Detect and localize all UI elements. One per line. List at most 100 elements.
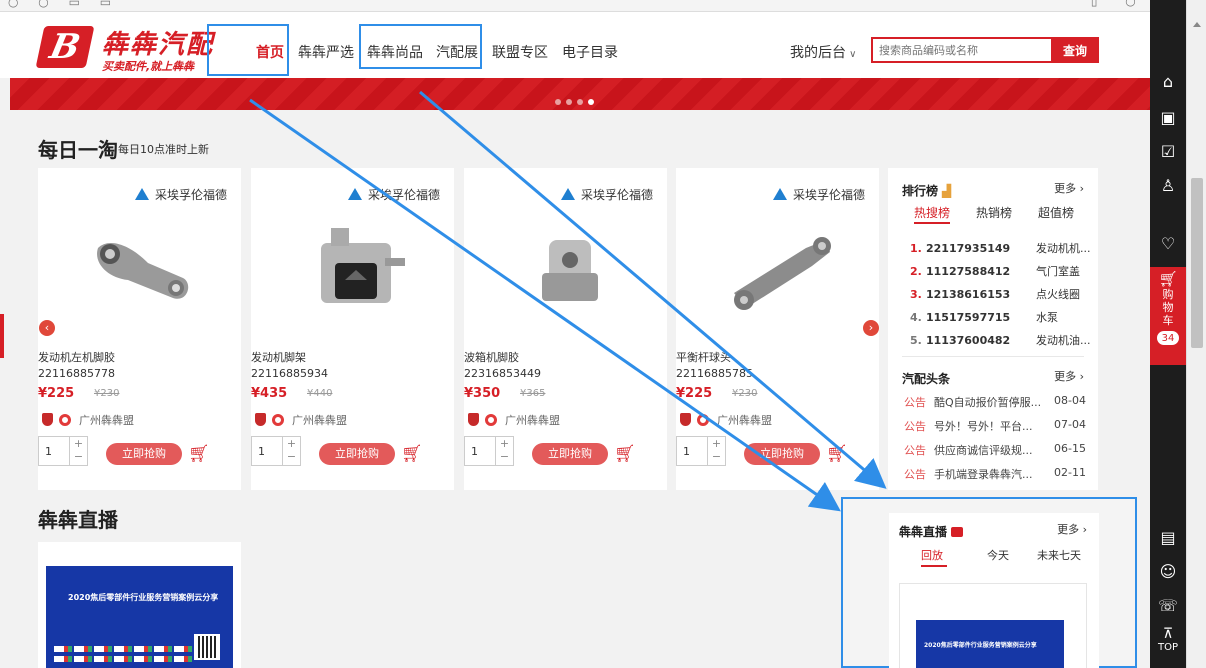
browser-toolbar: ○ ○ ▭ ▭ ▯ ○ ●	[0, 0, 1206, 12]
bag-icon[interactable]: ⌂	[1150, 72, 1186, 91]
buy-now-button[interactable]: 立即抢购	[106, 443, 182, 465]
plus-minus-icon[interactable]: + −	[69, 437, 87, 465]
news-item[interactable]: 公告 手机端登录犇犇汽... 02-11	[904, 466, 1086, 482]
wallet-icon[interactable]: ▤	[1150, 528, 1186, 547]
brand-logo-icon	[772, 188, 787, 200]
calendar-check-icon[interactable]: ☑	[1150, 142, 1186, 161]
scroll-up-icon[interactable]	[1193, 22, 1201, 27]
service-icon	[697, 414, 709, 426]
cart-icon: 🛒︎	[1158, 270, 1178, 288]
nav-e-catalog[interactable]: 电子目录	[562, 42, 618, 62]
carousel-prev-button[interactable]: ‹	[39, 320, 55, 336]
my-backend-menu[interactable]: 我的后台 ∨	[790, 42, 857, 62]
cart-icon[interactable]: 🛒︎	[188, 444, 210, 464]
brand-label: 采埃孚伦福德	[347, 186, 440, 203]
thumbs-up-icon[interactable]: ♙	[1150, 176, 1186, 195]
ranking-more-link[interactable]: 更多 ›	[1054, 180, 1084, 196]
live-video-thumbnail[interactable]: 2020焦后零部件行业服务营销案例云分享	[916, 620, 1064, 668]
scrollbar-thumb[interactable]	[1191, 178, 1203, 348]
store-name[interactable]: 广州犇犇盟	[505, 414, 560, 427]
live-video-card[interactable]: 2020焦后零部件行业服务营销案例云分享	[899, 583, 1087, 668]
mascot-icon[interactable]: ☺	[1150, 562, 1186, 581]
store-name[interactable]: 广州犇犇盟	[292, 414, 347, 427]
live-video-thumbnail[interactable]: 2020焦后零部件行业服务营销案例云分享	[46, 566, 233, 668]
shopping-cart-button[interactable]: 🛒︎ 购物车 34	[1150, 267, 1186, 365]
product-name[interactable]: 平衡杆球头	[676, 349, 731, 365]
browser-nav-icons[interactable]: ○ ○ ▭ ▭	[8, 0, 119, 9]
tab-best-value[interactable]: 超值榜	[1038, 204, 1074, 221]
quantity-value[interactable]: 1	[683, 445, 690, 458]
highlight-box-home	[207, 24, 289, 76]
product-card[interactable]: 采埃孚伦福德 波箱机脚胶 22316853449 ¥350 ¥365 广州犇犇盟…	[464, 168, 667, 490]
gift-icon[interactable]: ▣	[1150, 108, 1186, 127]
buy-now-button[interactable]: 立即抢购	[744, 443, 820, 465]
product-price: ¥350	[464, 386, 501, 401]
highlight-box-nav	[359, 24, 482, 69]
cart-icon[interactable]: 🛒︎	[614, 444, 636, 464]
quantity-stepper[interactable]: 1 + −	[676, 436, 726, 466]
ranking-row[interactable]: 4. 11517597715 水泵	[910, 309, 1058, 325]
vertical-scrollbar[interactable]	[1186, 0, 1206, 668]
news-item[interactable]: 公告 号外！号外！平台... 07-04	[904, 418, 1086, 434]
nav-alliance-zone[interactable]: 联盟专区	[492, 42, 548, 62]
product-image[interactable]	[301, 218, 411, 328]
buy-now-button[interactable]: 立即抢购	[532, 443, 608, 465]
product-image[interactable]	[88, 218, 198, 328]
search-button[interactable]: 查询	[1051, 37, 1099, 63]
heart-icon[interactable]: ♡	[1150, 234, 1186, 253]
product-image[interactable]	[514, 218, 624, 328]
product-old-price: ¥230	[732, 388, 758, 399]
ranking-row[interactable]: 2. 11127588412 气门室盖	[910, 263, 1080, 279]
product-code: 22116885934	[251, 367, 328, 380]
live-more-link[interactable]: 更多 ›	[1057, 521, 1087, 537]
quantity-stepper[interactable]: 1 + −	[464, 436, 514, 466]
tab-today[interactable]: 今天	[987, 547, 1009, 563]
plus-minus-icon[interactable]: + −	[707, 437, 725, 465]
nav-strict-selection[interactable]: 犇犇严选	[298, 42, 354, 62]
product-name[interactable]: 发动机脚架	[251, 349, 306, 365]
cart-icon[interactable]: 🛒︎	[826, 444, 848, 464]
quantity-stepper[interactable]: 1 + −	[38, 436, 88, 466]
banner-pagination[interactable]	[555, 90, 599, 109]
news-item[interactable]: 公告 供应商诚信评级规... 06-15	[904, 442, 1086, 458]
plus-minus-icon[interactable]: + −	[282, 437, 300, 465]
ranking-row[interactable]: 3. 12138616153 点火线圈	[910, 286, 1080, 302]
ranking-row[interactable]: 5. 11137600482 发动机油...	[910, 332, 1091, 348]
tab-replay[interactable]: 回放	[921, 547, 943, 563]
product-card[interactable]: 采埃孚伦福德 发动机脚架 22116885934 ¥435 ¥440 广州犇犇盟…	[251, 168, 454, 490]
tab-next-seven-days[interactable]: 未来七天	[1037, 547, 1081, 563]
daily-title: 每日一淘	[38, 138, 118, 162]
product-name[interactable]: 波箱机脚胶	[464, 349, 519, 365]
carousel-next-button[interactable]: ›	[863, 320, 879, 336]
product-image[interactable]	[726, 218, 836, 328]
quantity-value[interactable]: 1	[45, 445, 52, 458]
quantity-value[interactable]: 1	[258, 445, 265, 458]
top-label: TOP	[1157, 642, 1178, 653]
product-price: ¥225	[38, 386, 75, 401]
tab-best-selling[interactable]: 热销榜	[976, 204, 1012, 221]
buy-now-button[interactable]: 立即抢购	[319, 443, 395, 465]
quantity-stepper[interactable]: 1 + −	[251, 436, 301, 466]
back-to-top-button[interactable]: ⊼ TOP	[1150, 627, 1186, 654]
product-card[interactable]: 采埃孚伦福德 发动机左机脚胶 22116885778 ¥225 ¥230 广州犇…	[38, 168, 241, 490]
search-input[interactable]	[871, 37, 1051, 63]
plus-minus-icon[interactable]: + −	[495, 437, 513, 465]
news-more-link[interactable]: 更多 ›	[1054, 368, 1084, 384]
logo-name[interactable]: 犇犇汽配	[102, 24, 214, 61]
product-card[interactable]: 采埃孚伦福德 平衡杆球头 22116885785 ¥225 ¥230 广州犇犇盟…	[676, 168, 879, 490]
shield-icon	[255, 413, 266, 426]
ranking-row[interactable]: 1. 22117935149 发动机机...	[910, 240, 1091, 256]
cart-icon[interactable]: 🛒︎	[401, 444, 423, 464]
news-item[interactable]: 公告 酷Q自动报价暂停服... 08-04	[904, 394, 1086, 410]
store-name[interactable]: 广州犇犇盟	[717, 414, 772, 427]
live-video-card[interactable]: 2020焦后零部件行业服务营销案例云分享	[38, 542, 241, 668]
product-code: 22116885778	[38, 367, 115, 380]
product-price: ¥225	[676, 386, 713, 401]
tab-hot-search[interactable]: 热搜榜	[914, 204, 950, 221]
quantity-value[interactable]: 1	[471, 445, 478, 458]
product-name[interactable]: 发动机左机脚胶	[38, 349, 115, 365]
logo-icon[interactable]: B	[35, 26, 95, 68]
customer-service-icon[interactable]: ☏	[1150, 596, 1186, 615]
store-name[interactable]: 广州犇犇盟	[79, 414, 134, 427]
promo-banner[interactable]	[10, 78, 1150, 110]
